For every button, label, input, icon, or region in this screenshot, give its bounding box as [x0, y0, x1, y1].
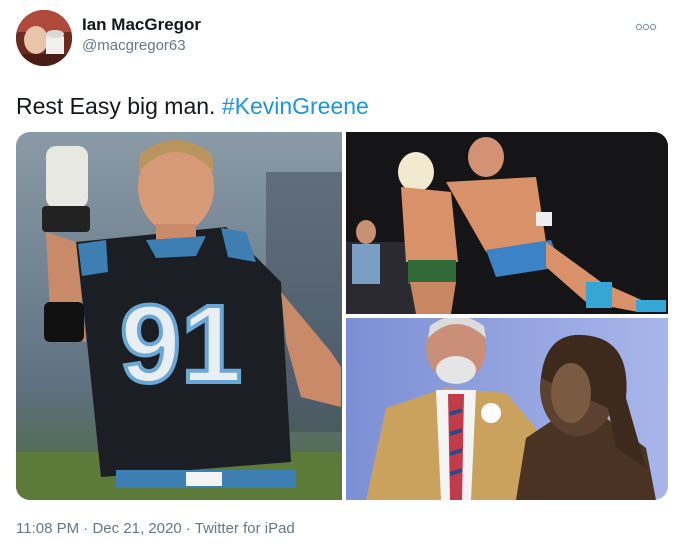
tweet-card: Ian MacGregor @macgregor63 Rest Easy big… — [0, 0, 680, 550]
author-name[interactable]: Ian MacGregor — [82, 14, 201, 36]
meta-separator-1: · — [79, 520, 93, 537]
author-block: Ian MacGregor @macgregor63 — [82, 14, 201, 56]
media-grid: 91 — [16, 132, 668, 500]
tweet-source[interactable]: Twitter for iPad — [195, 520, 295, 537]
more-options-icon[interactable] — [634, 20, 658, 34]
tweet-body: Rest Easy big man. — [16, 93, 222, 119]
meta-separator-2: · — [181, 520, 195, 537]
jersey-number: 91 — [120, 283, 242, 406]
tweet-text: Rest Easy big man. #KevinGreene — [16, 92, 369, 120]
hashtag-link[interactable]: #KevinGreene — [222, 93, 369, 119]
photo-football-player[interactable]: 91 — [16, 132, 342, 500]
author-handle[interactable]: @macgregor63 — [82, 36, 201, 56]
tweet-date[interactable]: Dec 21, 2020 — [92, 520, 181, 537]
photo-hall-of-fame[interactable] — [346, 318, 668, 500]
tweet-metadata: 11:08 PM · Dec 21, 2020 · Twitter for iP… — [16, 520, 295, 537]
author-avatar[interactable] — [16, 10, 72, 66]
photo-wrestling-match[interactable] — [346, 132, 668, 314]
tweet-time[interactable]: 11:08 PM — [16, 520, 79, 537]
